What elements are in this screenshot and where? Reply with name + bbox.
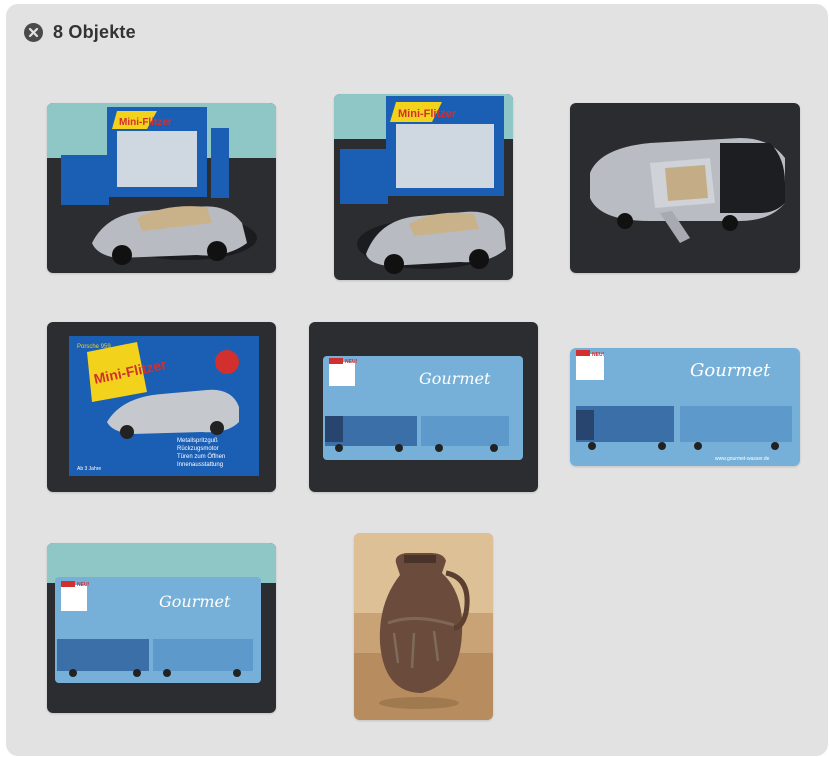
website-text: www.gourmet-wasser.de [715, 456, 770, 462]
feature-line-4: Innenausstattung [177, 462, 223, 468]
brand-script: Gourmet [419, 369, 491, 388]
photo-thumbnail-5[interactable]: NEU! Gourmet [309, 322, 538, 492]
new-badge: NEU! [345, 359, 358, 365]
box-top-text: Porsche 959 [77, 344, 111, 350]
item-count-title: 8 Objekte [53, 22, 136, 42]
box-title-text: Mini-Flitzer [398, 108, 457, 120]
box-title-text: Mini-Flitzer [119, 117, 172, 128]
feature-line-2: Rückzugsmotor [177, 446, 219, 452]
new-badge: NEU! [77, 582, 90, 588]
photo-thumbnail-1[interactable]: Mini-Flitzer [47, 103, 276, 273]
selection-panel: 8 Objekte Mini-Flitzer Mini-Flitzer Mini… [6, 4, 828, 756]
photo-thumbnail-3[interactable] [570, 103, 800, 273]
photo-thumbnail-7[interactable]: NEU! Gourmet [47, 543, 276, 713]
brand-script: Gourmet [690, 360, 771, 381]
photo-thumbnail-4[interactable]: Mini-Flitzer Porsche 959 Metallspritzguß… [47, 322, 276, 492]
xmark-circle-icon[interactable] [24, 23, 43, 42]
age-text: Ab 3 Jahre [77, 466, 101, 472]
new-badge: NEU! [592, 352, 605, 358]
photo-thumbnail-6[interactable]: NEU! Gourmet www.gourmet-wasser.de [570, 348, 800, 466]
feature-line-3: Türen zum Öffnen [177, 453, 225, 460]
brand-script: Gourmet [159, 592, 231, 611]
photo-thumbnail-8[interactable] [354, 533, 493, 720]
panel-header: 8 Objekte [24, 22, 136, 43]
feature-line-1: Metallspritzguß [177, 438, 218, 444]
photo-thumbnail-2[interactable]: Mini-Flitzer [334, 94, 513, 280]
